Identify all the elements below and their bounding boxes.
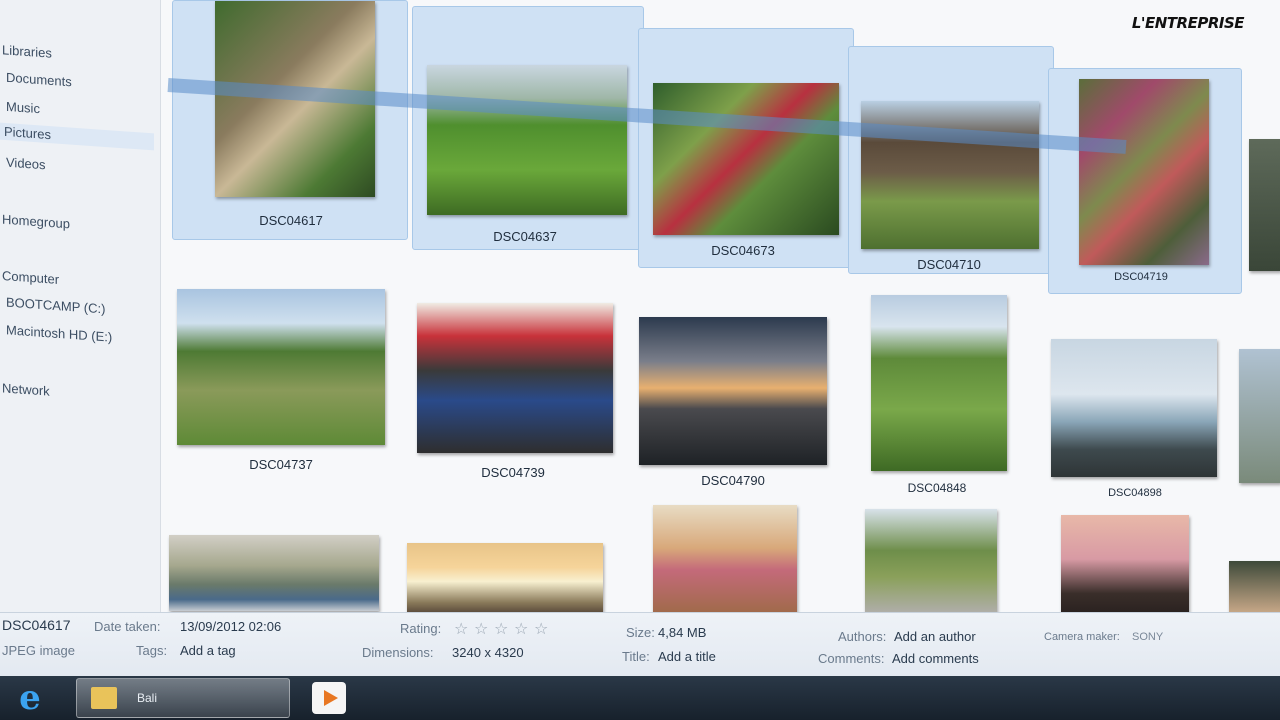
file-tile[interactable]: DSC04673 xyxy=(638,28,854,268)
dimensions-value: 3240 x 4320 xyxy=(452,645,524,660)
authors-label: Authors: xyxy=(838,629,887,644)
nav-item-macintosh-hd-drive[interactable]: Macintosh HD (E:) xyxy=(6,322,112,344)
nav-item-libraries[interactable]: Libraries xyxy=(2,42,52,60)
navigation-pane[interactable]: Libraries Documents Music Pictures Video… xyxy=(0,0,161,612)
file-tile[interactable]: DSC04710 xyxy=(848,46,1054,274)
nav-item-videos[interactable]: Videos xyxy=(6,155,46,173)
rating-star-icon[interactable]: ☆ xyxy=(534,619,548,639)
photo-thumbnail xyxy=(1061,515,1189,612)
file-name: DSC04719 xyxy=(1114,271,1168,283)
dimensions-label: Dimensions: xyxy=(362,645,434,660)
date-taken-label: Date taken: xyxy=(94,619,161,634)
photo-thumbnail xyxy=(653,505,797,612)
photo-thumbnail xyxy=(871,295,1007,471)
nav-item-pictures[interactable]: Pictures xyxy=(0,122,154,151)
rating-star-icon[interactable]: ☆ xyxy=(514,619,528,639)
nav-item-computer[interactable]: Computer xyxy=(2,268,59,287)
comments-field[interactable]: Add comments xyxy=(892,651,979,666)
selected-file-type: JPEG image xyxy=(2,643,75,658)
comments-label: Comments: xyxy=(818,651,885,666)
file-tile[interactable] xyxy=(1058,512,1190,612)
file-name: DSC04790 xyxy=(701,473,765,488)
photo-thumbnail xyxy=(1051,339,1217,477)
tags-field[interactable]: Add a tag xyxy=(180,643,236,658)
photo-thumbnail xyxy=(427,65,627,215)
file-name: DSC04898 xyxy=(1108,487,1162,499)
authors-field[interactable]: Add an author xyxy=(894,629,976,644)
file-name: DSC04637 xyxy=(493,229,557,244)
selected-file-name: DSC04617 xyxy=(2,617,71,633)
photo-thumbnail xyxy=(1229,561,1280,612)
file-name: DSC04739 xyxy=(481,465,545,480)
details-pane: DSC04617 JPEG image Date taken: 13/09/20… xyxy=(0,612,1280,677)
photo-thumbnail xyxy=(407,543,603,612)
size-label: Size: xyxy=(626,625,655,640)
file-tile[interactable]: DSC04637 xyxy=(412,6,644,250)
photo-thumbnail xyxy=(417,303,613,453)
folder-icon xyxy=(91,687,117,709)
title-label: Title: xyxy=(622,649,650,664)
file-name: DSC04617 xyxy=(259,213,323,228)
photo-thumbnail xyxy=(639,317,827,465)
photo-thumbnail xyxy=(169,535,379,611)
media-player-icon[interactable] xyxy=(312,682,346,714)
camera-maker-label: Camera maker: xyxy=(1044,631,1120,643)
nav-item-bootcamp-drive[interactable]: BOOTCAMP (C:) xyxy=(6,295,105,317)
photo-thumbnail xyxy=(1079,79,1209,265)
file-tile[interactable] xyxy=(862,506,998,612)
title-field[interactable]: Add a title xyxy=(658,649,716,664)
photo-thumbnail xyxy=(1249,139,1280,271)
file-tile[interactable]: DSC04790 xyxy=(636,312,830,496)
taskbar: e Bali xyxy=(0,676,1280,720)
explorer-window: Libraries Documents Music Pictures Video… xyxy=(0,0,1280,612)
file-name: DSC04673 xyxy=(711,243,775,258)
photo-thumbnail xyxy=(177,289,385,445)
size-value: 4,84 MB xyxy=(658,625,707,640)
channel-watermark: L'ENTREPRISE xyxy=(1131,14,1245,32)
taskbar-explorer-label: Bali xyxy=(137,691,158,705)
file-name: DSC04848 xyxy=(907,481,967,495)
file-tile[interactable] xyxy=(650,502,798,612)
taskbar-explorer-button[interactable]: Bali xyxy=(76,678,290,718)
photo-thumbnail xyxy=(865,509,997,612)
file-name: DSC04710 xyxy=(917,257,981,272)
rating-star-icon[interactable]: ☆ xyxy=(494,619,508,639)
photo-thumbnail xyxy=(861,101,1039,249)
file-tile[interactable]: DSC04739 xyxy=(412,300,618,484)
file-tile[interactable]: DSC04617 xyxy=(172,0,408,240)
tags-label: Tags: xyxy=(136,643,168,658)
photo-thumbnail xyxy=(653,83,839,235)
nav-item-music[interactable]: Music xyxy=(6,99,40,116)
file-tile[interactable] xyxy=(166,532,380,612)
file-tile[interactable] xyxy=(404,540,604,612)
camera-maker-value[interactable]: SONY xyxy=(1132,631,1163,643)
file-tile[interactable] xyxy=(1226,558,1280,612)
file-tile[interactable]: DSC04737 xyxy=(172,284,388,474)
file-tile[interactable] xyxy=(1244,134,1280,274)
nav-item-homegroup[interactable]: Homegroup xyxy=(2,212,70,232)
file-name: DSC04737 xyxy=(249,457,313,472)
file-tile[interactable]: DSC04848 xyxy=(866,290,1012,500)
rating-label: Rating: xyxy=(400,621,442,636)
file-tile[interactable] xyxy=(1236,346,1280,486)
date-taken-value[interactable]: 13/09/2012 02:06 xyxy=(180,619,281,634)
file-tile[interactable]: DSC04719 xyxy=(1048,68,1242,294)
nav-item-documents[interactable]: Documents xyxy=(6,70,72,90)
nav-item-network[interactable]: Network xyxy=(2,380,50,398)
file-tile[interactable]: DSC04898 xyxy=(1046,336,1222,506)
rating-star-icon[interactable]: ☆ xyxy=(474,619,488,639)
photo-thumbnail xyxy=(1239,349,1280,483)
internet-explorer-icon[interactable]: e xyxy=(10,680,50,716)
rating-star-icon[interactable]: ☆ xyxy=(454,619,468,639)
